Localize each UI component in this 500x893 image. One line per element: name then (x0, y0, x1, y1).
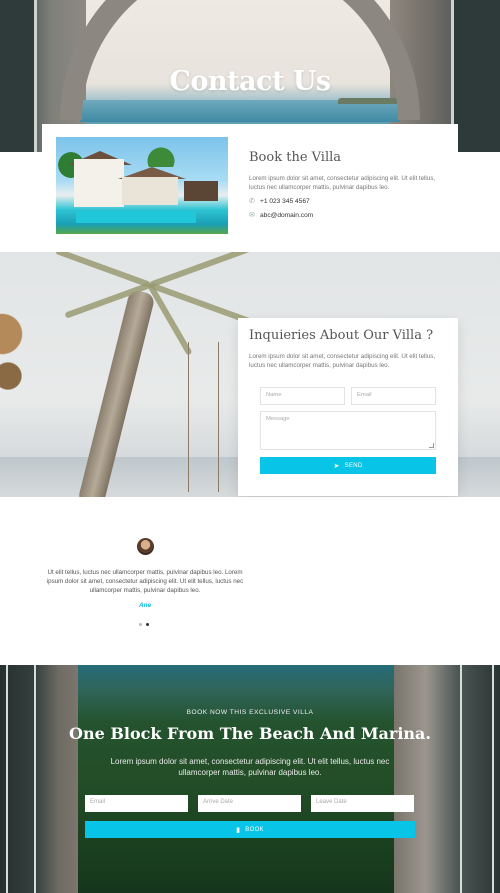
name-field[interactable]: Name (260, 387, 345, 405)
slider-dots (139, 623, 149, 626)
booking-title: One Block From The Beach And Marina. (69, 724, 431, 743)
book-villa-card: Book the Villa Lorem ipsum dolor sit ame… (42, 124, 458, 251)
resize-grip-icon[interactable] (429, 443, 434, 448)
booking-banner (0, 665, 500, 893)
email-address[interactable]: abc@domain.com (260, 212, 313, 219)
book-label: BOOK (245, 826, 264, 833)
paper-plane-icon: ➤ (333, 462, 340, 470)
send-label: SEND (344, 462, 363, 469)
message-field[interactable]: Message (260, 411, 436, 450)
phone-number[interactable]: +1 023 345 4567 (260, 198, 310, 205)
book-villa-text: Lorem ipsum dolor sit amet, consectetur … (249, 175, 436, 191)
inquiry-title: Inquieries About Our Villa ? (249, 328, 434, 343)
bookmark-icon: ▮ (236, 826, 241, 834)
book-villa-title: Book the Villa (249, 150, 342, 165)
email-field[interactable]: Email (351, 387, 436, 405)
booking-email-field[interactable]: Email (85, 795, 188, 812)
inquiry-text: Lorem ipsum dolor sit amet, consectetur … (249, 353, 436, 369)
testimonial-section: Ut elit tellus, luctus nec ullamcorper m… (0, 497, 500, 665)
book-button[interactable]: ▮ BOOK (85, 821, 415, 838)
testimonial-author: Ane (138, 602, 152, 609)
booking-kicker: BOOK NOW THIS EXCLUSIVE VILLA (186, 709, 314, 716)
leave-date-field[interactable]: Leave Date (311, 795, 414, 812)
inquiry-form-card: Inquieries About Our Villa ? Lorem ipsum… (238, 318, 458, 496)
villa-image (56, 137, 228, 234)
message-placeholder: Message (266, 416, 290, 422)
slider-dot-active[interactable] (146, 623, 149, 626)
booking-text: Lorem ipsum dolor sit amet, consectetur … (110, 757, 390, 777)
avatar (137, 538, 154, 555)
hero-arch (60, 0, 420, 120)
arrive-date-field[interactable]: Arrive Date (198, 795, 301, 812)
slider-dot[interactable] (139, 623, 142, 626)
booking-wall-left (0, 665, 78, 893)
contact-phone[interactable]: ✆ +1 023 345 4567 (249, 197, 310, 206)
booking-wall-right (394, 665, 500, 893)
send-button[interactable]: ➤ SEND (260, 457, 436, 474)
mail-icon: ✉ (249, 212, 255, 219)
contact-email[interactable]: ✉ abc@domain.com (249, 211, 313, 220)
testimonial-text: Ut elit tellus, luctus nec ullamcorper m… (46, 569, 244, 594)
phone-icon: ✆ (249, 198, 255, 205)
page-title: Contact Us (169, 66, 331, 97)
